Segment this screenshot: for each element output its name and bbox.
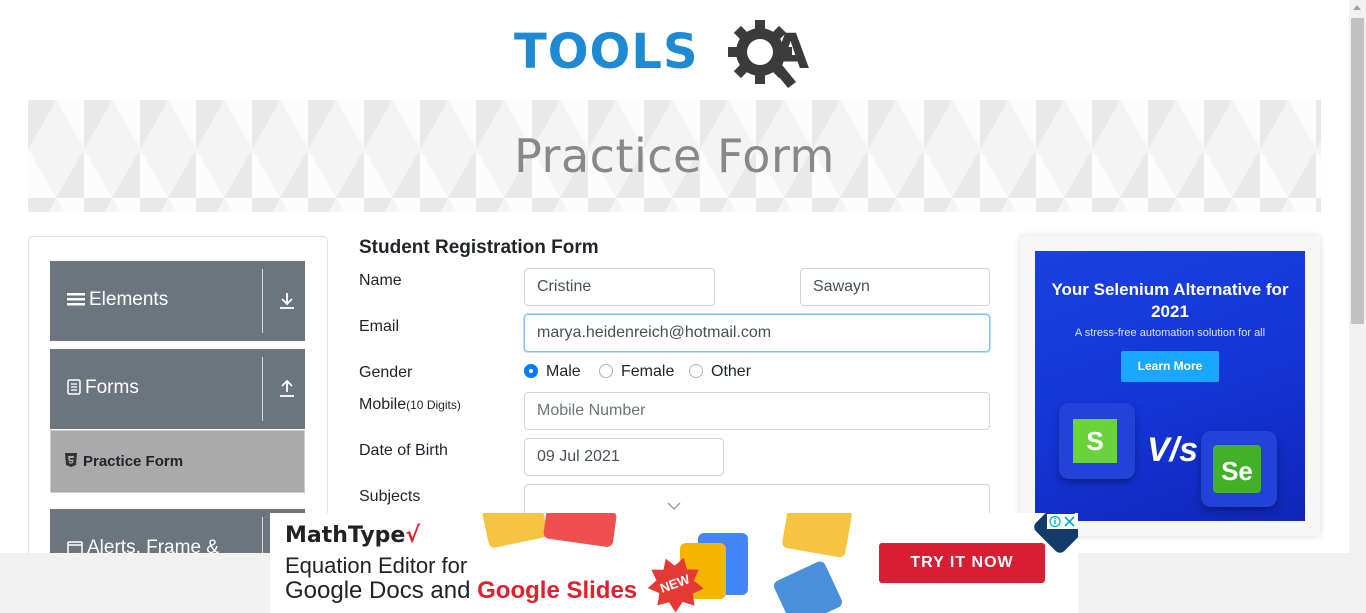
ad-creative[interactable]: Your Selenium Alternative for 2021 A str… [1035,251,1305,521]
gender-radio-other[interactable]: Other [689,363,751,381]
ad-decor-tile [481,513,549,549]
divider [262,357,263,421]
ad-line1: Equation Editor for [285,553,468,578]
scrollbar[interactable] [1349,0,1366,613]
subjects-label: Subjects [359,488,421,505]
selenium-logo-text: Se [1213,445,1261,493]
sidebar-group-elements[interactable]: Elements [50,261,305,341]
try-it-now-button[interactable]: TRY IT NOW [879,543,1045,583]
last-name-input[interactable]: Sawayn [800,268,990,306]
sidebar-item-label: Practice Form [83,453,184,470]
ad-banner-bottom[interactable]: MathType√ Equation Editor for Google Doc… [270,513,1078,613]
ad-decor-tile [772,559,844,613]
mathtype-logo: MathType√ [285,523,420,548]
radio-label: Other [711,363,752,380]
mobile-label: Mobile(10 Digits) [359,396,461,414]
adchoices-icon[interactable] [1047,514,1078,529]
gender-label: Gender [359,364,413,381]
name-label: Name [359,272,402,289]
sidebar-item-practice-form[interactable]: Practice Form [50,430,305,493]
html5-icon [65,453,77,467]
gear-icon [728,20,796,88]
adchoices-icon-graphic[interactable] [1047,514,1078,529]
logo-wordmark: TOOLS A [514,24,809,80]
download-arrow-icon[interactable] [278,291,296,311]
selenium-logo: Se [1201,431,1277,507]
upload-arrow-icon[interactable] [278,379,296,399]
radio-label: Female [621,363,675,380]
ad-subtext: A stress-free automation solution for al… [1074,327,1266,339]
ad-brand-text: MathType [285,523,406,548]
dob-input[interactable]: 09 Jul 2021 [524,438,724,476]
scroll-up-icon[interactable] [1353,5,1361,10]
document-icon [67,379,81,395]
ad-decor-tile [781,513,853,559]
radio-unchecked-icon[interactable] [599,364,613,378]
ad-decor-tile [542,513,618,548]
email-input[interactable]: marya.heidenreich@hotmail.com [524,314,990,352]
sidebar-group-label: Forms [85,377,139,398]
gender-radio-male[interactable]: Male [524,363,581,381]
checkmark-icon: √ [405,523,421,548]
gender-radio-female[interactable]: Female [599,363,674,381]
scrollbar-thumb[interactable] [1351,18,1364,324]
toolsqa-logo[interactable]: TOOLS A [514,14,838,92]
logo-tools-text: TOOLS [514,24,699,80]
mobile-hint: (10 Digits) [406,398,461,412]
divider [262,269,263,333]
ad-line2-highlight: Google Slides [477,577,638,604]
ad-learn-more-button[interactable]: Learn More [1121,351,1219,382]
radio-unchecked-icon[interactable] [689,364,703,378]
list-icon [67,293,85,306]
sidebar-group-label: Elements [89,289,169,310]
mobile-label-text: Mobile [359,396,407,413]
ad-line2-text: Google Docs and [285,577,478,604]
page-banner: Practice Form [28,100,1321,212]
radio-checked-icon[interactable] [524,364,538,378]
page-title: Practice Form [514,129,835,183]
ad-line2: Google Docs and Google Slides [285,577,637,605]
email-label: Email [359,318,400,335]
chevron-down-icon [667,502,681,510]
ad-banner-right[interactable]: Your Selenium Alternative for 2021 A str… [1020,236,1320,536]
form-title: Student Registration Form [359,237,599,258]
dob-label: Date of Birth [359,442,448,459]
ad-vs-text: V/s [1147,431,1199,469]
first-name-input[interactable]: Cristine [524,268,715,306]
mobile-input[interactable]: Mobile Number [524,392,990,430]
katalon-logo-text: S [1073,419,1117,463]
sidebar-group-forms[interactable]: Forms [50,349,305,429]
ad-headline: Your Selenium Alternative for 2021 [1051,280,1289,321]
radio-label: Male [546,363,581,380]
katalon-logo: S [1059,403,1135,479]
